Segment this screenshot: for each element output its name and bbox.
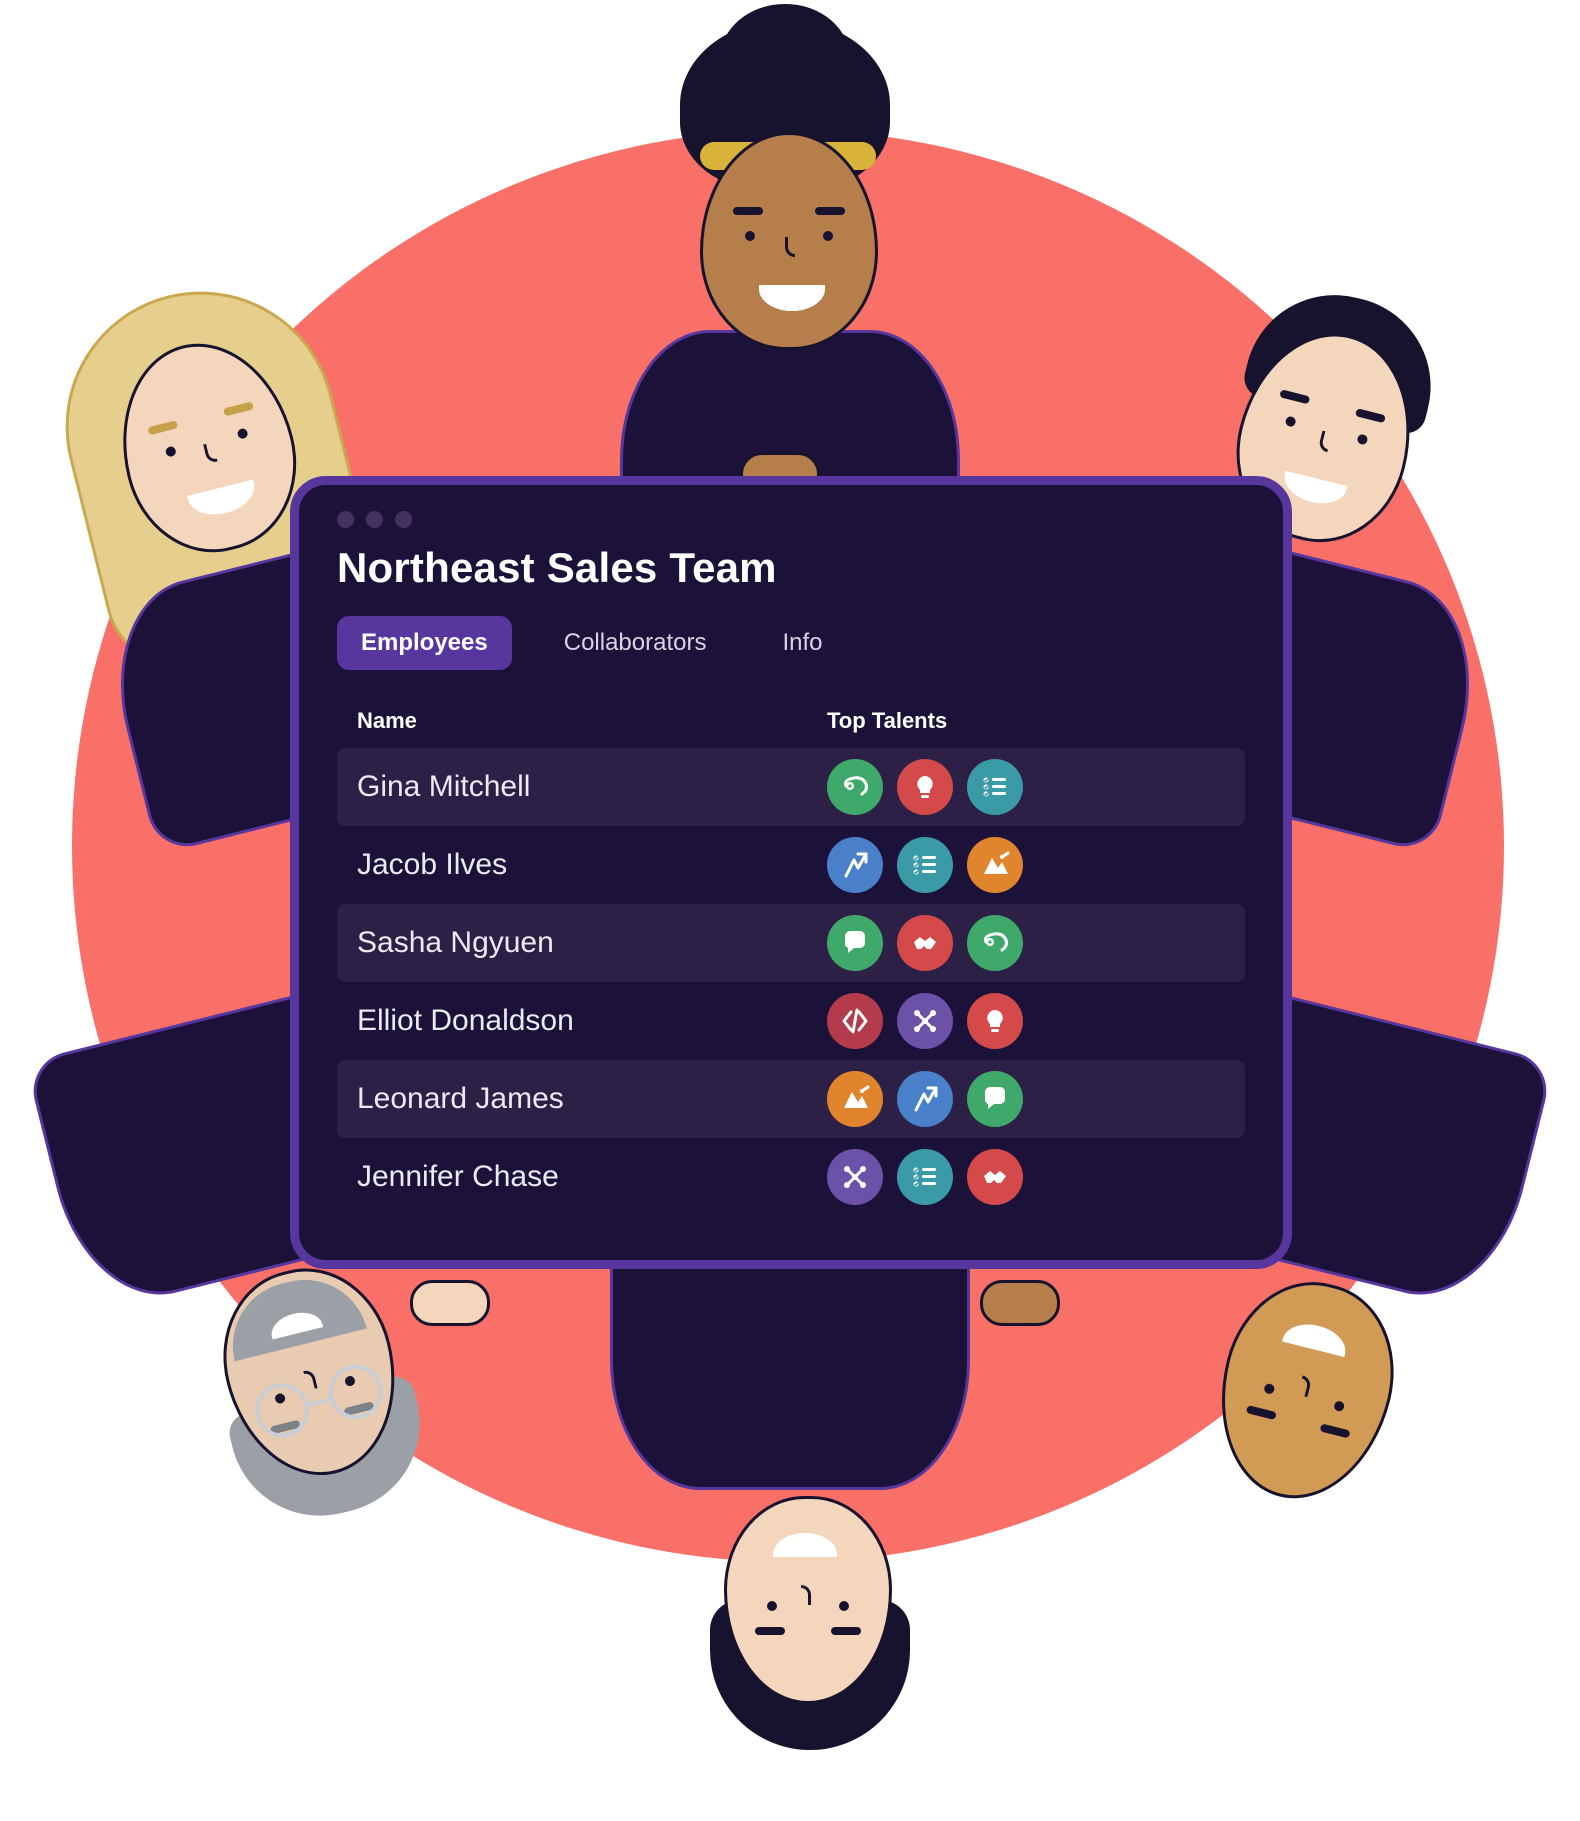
window-controls xyxy=(337,511,1245,528)
talents-cell xyxy=(827,837,1225,893)
mountain-icon[interactable] xyxy=(967,837,1023,893)
table-row[interactable]: Leonard James xyxy=(337,1060,1245,1138)
talents-cell xyxy=(827,759,1225,815)
illustration-stage: Northeast Sales Team Employees Collabora… xyxy=(0,0,1580,1821)
chat-icon[interactable] xyxy=(967,1071,1023,1127)
column-header-name: Name xyxy=(357,708,827,734)
employee-name: Jacob Ilves xyxy=(357,848,827,882)
bulb-icon[interactable] xyxy=(897,759,953,815)
employee-name: Jennifer Chase xyxy=(357,1160,827,1194)
employee-name: Gina Mitchell xyxy=(357,770,827,804)
network-icon[interactable] xyxy=(827,1149,883,1205)
table-header: Name Top Talents xyxy=(337,708,1245,748)
table-body: Gina Mitchell Jacob Ilves Sasha Ngyuen Elli… xyxy=(337,748,1245,1216)
table-row[interactable]: Jennifer Chase xyxy=(337,1138,1245,1216)
handshake-icon[interactable] xyxy=(897,915,953,971)
checklist-icon[interactable] xyxy=(967,759,1023,815)
table-row[interactable]: Elliot Donaldson xyxy=(337,982,1245,1060)
talents-cell xyxy=(827,915,1225,971)
talents-cell xyxy=(827,1149,1225,1205)
chameleon-icon[interactable] xyxy=(827,759,883,815)
card-title: Northeast Sales Team xyxy=(337,544,1245,592)
checklist-icon[interactable] xyxy=(897,1149,953,1205)
checklist-icon[interactable] xyxy=(897,837,953,893)
bulb-icon[interactable] xyxy=(967,993,1023,1049)
chat-icon[interactable] xyxy=(827,915,883,971)
network-icon[interactable] xyxy=(897,993,953,1049)
window-dot-icon xyxy=(395,511,412,528)
path-icon[interactable] xyxy=(897,1071,953,1127)
employee-name: Elliot Donaldson xyxy=(357,1004,827,1038)
hand-icon xyxy=(410,1280,490,1326)
tabs: Employees Collaborators Info xyxy=(337,616,1245,670)
chameleon-icon[interactable] xyxy=(967,915,1023,971)
employee-name: Sasha Ngyuen xyxy=(357,926,827,960)
table-row[interactable]: Sasha Ngyuen xyxy=(337,904,1245,982)
code-icon[interactable] xyxy=(827,993,883,1049)
mountain-icon[interactable] xyxy=(827,1071,883,1127)
employee-name: Leonard James xyxy=(357,1082,827,1116)
tab-info[interactable]: Info xyxy=(758,616,846,670)
handshake-icon[interactable] xyxy=(967,1149,1023,1205)
window-dot-icon xyxy=(337,511,354,528)
person-bottom-center xyxy=(580,1240,1000,1800)
path-icon[interactable] xyxy=(827,837,883,893)
hand-icon xyxy=(980,1280,1060,1326)
tab-employees[interactable]: Employees xyxy=(337,616,512,670)
table-row[interactable]: Jacob Ilves xyxy=(337,826,1245,904)
glasses-icon xyxy=(250,1363,388,1443)
talents-cell xyxy=(827,1071,1225,1127)
table-row[interactable]: Gina Mitchell xyxy=(337,748,1245,826)
talents-cell xyxy=(827,993,1225,1049)
window-dot-icon xyxy=(366,511,383,528)
tab-collaborators[interactable]: Collaborators xyxy=(540,616,731,670)
team-card: Northeast Sales Team Employees Collabora… xyxy=(290,476,1292,1269)
column-header-talents: Top Talents xyxy=(827,708,1225,734)
